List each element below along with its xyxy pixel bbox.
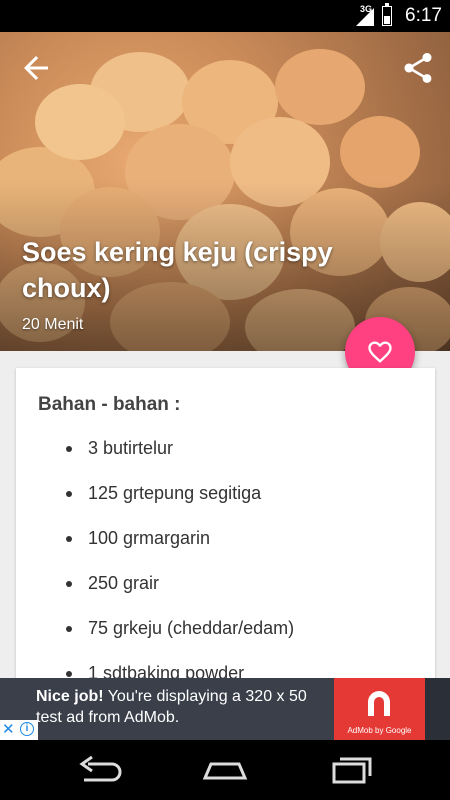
ingredient-item: 125 grtepung segitiga <box>16 471 294 516</box>
ingredients-list: 3 butirtelur 125 grtepung segitiga 100 g… <box>16 426 294 696</box>
nav-recent-icon <box>332 757 372 784</box>
nav-back-icon <box>79 755 122 782</box>
battery-icon <box>382 3 392 26</box>
ad-text[interactable]: Nice job! You're displaying a 320 x 50 t… <box>36 686 326 728</box>
signal-icon <box>356 8 374 26</box>
ad-choices-badge[interactable]: ✕ i <box>0 720 38 740</box>
recipe-title: Soes kering keju (crispy choux) <box>22 237 333 303</box>
ingredients-card: Bahan - bahan : 3 butirtelur 125 grtepun… <box>16 368 435 708</box>
ingredient-item: 3 butirtelur <box>16 426 294 471</box>
admob-logo[interactable]: AdMob by Google <box>334 678 425 740</box>
admob-caption: AdMob by Google <box>347 726 412 735</box>
arrow-back-icon <box>24 56 48 80</box>
recipe-hero-image: Soes kering keju (crispy choux) 20 Menit <box>0 32 450 351</box>
info-icon[interactable]: i <box>20 722 34 736</box>
nav-home-button[interactable] <box>195 752 255 788</box>
close-icon[interactable]: ✕ <box>2 722 15 738</box>
nav-back-button[interactable] <box>70 752 130 788</box>
ingredient-item: 250 grair <box>16 561 294 606</box>
ad-banner[interactable]: Nice job! You're displaying a 320 x 50 t… <box>0 678 450 740</box>
system-nav-bar <box>0 740 450 800</box>
ingredient-item: 100 grmargarin <box>16 516 294 561</box>
nav-home-icon <box>202 762 248 780</box>
share-button[interactable] <box>400 50 436 86</box>
admob-icon <box>368 691 390 716</box>
recipe-time: 20 Menit <box>22 316 84 333</box>
heart-outline-icon <box>368 341 392 363</box>
share-icon <box>404 53 432 83</box>
ad-bold-text: Nice job! <box>36 688 104 705</box>
status-time: 6:17 <box>405 5 442 26</box>
nav-recent-button[interactable] <box>320 752 380 788</box>
back-button[interactable] <box>18 50 54 86</box>
status-bar: 3G 6:17 <box>0 0 450 32</box>
ingredients-heading: Bahan - bahan : <box>38 394 181 415</box>
ingredient-item: 75 grkeju (cheddar/edam) <box>16 606 294 651</box>
ad-side-panel <box>425 678 450 740</box>
